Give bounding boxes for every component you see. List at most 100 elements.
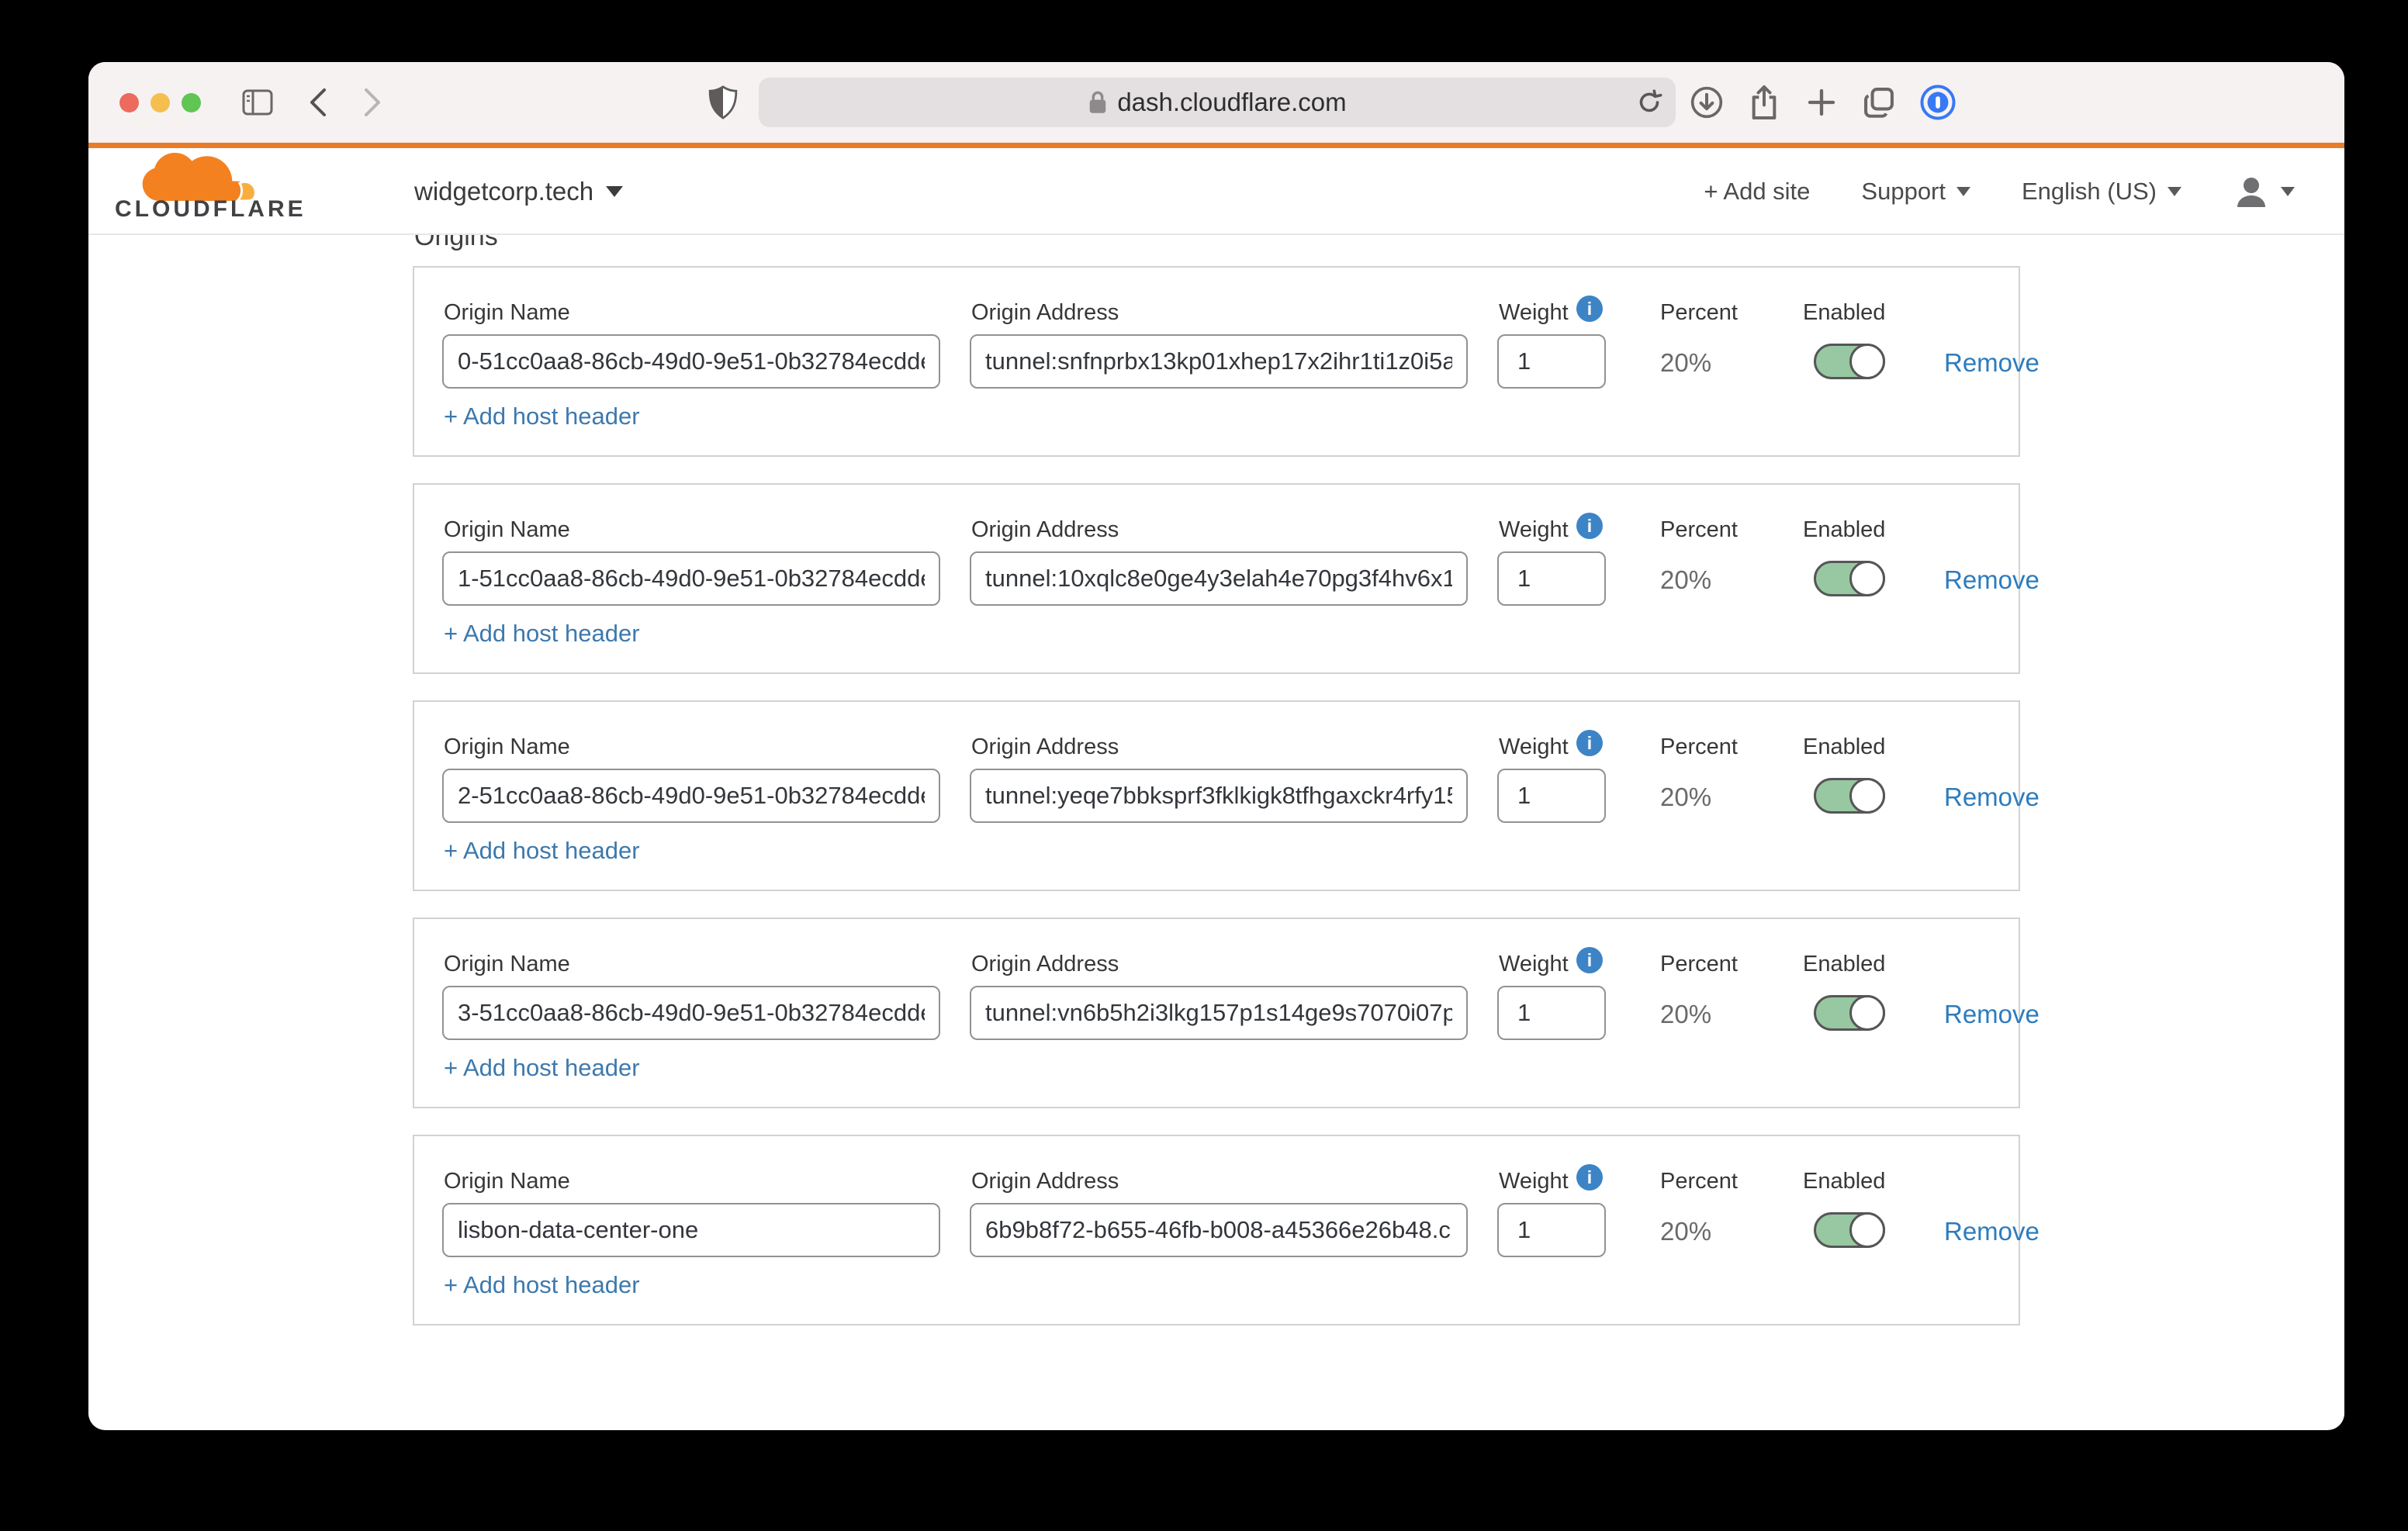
chevron-down-icon: [1956, 187, 1970, 196]
remove-origin-link[interactable]: Remove: [1944, 1217, 2040, 1246]
weight-info-icon[interactable]: i: [1576, 513, 1603, 539]
origin-name-input[interactable]: [442, 769, 940, 823]
origin-address-input[interactable]: [970, 551, 1468, 606]
address-bar[interactable]: dash.cloudflare.com: [759, 78, 1676, 127]
origin-card: Origin Name Origin Address Weight i Perc…: [413, 483, 2020, 674]
weight-label: Weight: [1499, 300, 1569, 326]
back-icon[interactable]: [303, 62, 334, 143]
percent-label: Percent: [1660, 952, 1738, 977]
origin-name-input[interactable]: [442, 551, 940, 606]
percent-label: Percent: [1660, 300, 1738, 326]
enabled-toggle[interactable]: [1814, 1212, 1885, 1248]
add-site-label: + Add site: [1704, 178, 1810, 206]
remove-origin-link[interactable]: Remove: [1944, 783, 2040, 812]
downloads-icon[interactable]: [1688, 62, 1725, 143]
sidebar-toggle-icon[interactable]: [240, 62, 275, 143]
enabled-label: Enabled: [1803, 1169, 1885, 1194]
close-window-button[interactable]: [119, 93, 139, 112]
avatar-icon: [2233, 173, 2270, 210]
percent-value: 20%: [1660, 1217, 1711, 1246]
section-title-wrapper: Origins: [414, 235, 647, 252]
enabled-toggle[interactable]: [1814, 778, 1885, 814]
cloudflare-wordmark: CLOUDFLARE: [115, 196, 293, 223]
forward-icon[interactable]: [357, 62, 388, 143]
origin-name-label: Origin Name: [444, 1169, 570, 1194]
zoom-window-button[interactable]: [182, 93, 201, 112]
weight-input[interactable]: [1497, 334, 1606, 389]
origin-card: Origin Name Origin Address Weight i Perc…: [413, 918, 2020, 1108]
page-title: Origins: [414, 235, 647, 252]
enabled-label: Enabled: [1803, 300, 1885, 326]
origin-name-label: Origin Name: [444, 952, 570, 977]
cloudflare-logo: CLOUDFLARE: [115, 153, 293, 223]
enabled-toggle[interactable]: [1814, 561, 1885, 596]
add-site-button[interactable]: + Add site: [1704, 178, 1810, 206]
weight-label: Weight: [1499, 1169, 1569, 1194]
percent-value: 20%: [1660, 348, 1711, 378]
privacy-shield-icon[interactable]: [706, 62, 740, 143]
weight-input[interactable]: [1497, 551, 1606, 606]
percent-label: Percent: [1660, 517, 1738, 543]
weight-info-icon[interactable]: i: [1576, 1164, 1603, 1191]
weight-info-icon[interactable]: i: [1576, 295, 1603, 322]
chevron-down-icon: [2281, 187, 2295, 196]
weight-info-icon[interactable]: i: [1576, 730, 1603, 756]
add-host-header-link[interactable]: + Add host header: [444, 1271, 640, 1299]
enabled-label: Enabled: [1803, 734, 1885, 760]
percent-value: 20%: [1660, 783, 1711, 812]
weight-label: Weight: [1499, 734, 1569, 760]
origin-address-input[interactable]: [970, 986, 1468, 1040]
percent-value: 20%: [1660, 1000, 1711, 1029]
minimize-window-button[interactable]: [150, 93, 170, 112]
tab-overview-icon[interactable]: [1860, 62, 1898, 143]
origin-address-label: Origin Address: [971, 734, 1119, 760]
origin-card: Origin Name Origin Address Weight i Perc…: [413, 266, 2020, 457]
weight-input[interactable]: [1497, 1203, 1606, 1257]
toggle-knob: [1849, 995, 1885, 1031]
origin-address-label: Origin Address: [971, 517, 1119, 543]
weight-input[interactable]: [1497, 769, 1606, 823]
origin-address-input[interactable]: [970, 334, 1468, 389]
new-tab-icon[interactable]: [1803, 62, 1840, 143]
origin-address-input[interactable]: [970, 1203, 1468, 1257]
remove-origin-link[interactable]: Remove: [1944, 565, 2040, 595]
weight-info-icon[interactable]: i: [1576, 947, 1603, 973]
support-menu[interactable]: Support: [1861, 178, 1970, 206]
support-label: Support: [1861, 178, 1946, 206]
toggle-knob: [1849, 561, 1885, 596]
remove-origin-link[interactable]: Remove: [1944, 348, 2040, 378]
origin-name-label: Origin Name: [444, 300, 570, 326]
header-actions: + Add site Support English (US): [1704, 148, 2295, 235]
enabled-label: Enabled: [1803, 952, 1885, 977]
percent-value: 20%: [1660, 565, 1711, 595]
account-menu[interactable]: [2233, 173, 2295, 210]
share-icon[interactable]: [1745, 62, 1783, 143]
toggle-knob: [1849, 1212, 1885, 1248]
origins-section: Origins Origin Name Origin Address Weigh…: [88, 235, 2344, 1429]
add-host-header-link[interactable]: + Add host header: [444, 837, 640, 865]
onepassword-extension-icon[interactable]: [1919, 62, 1956, 143]
origin-name-input[interactable]: [442, 1203, 940, 1257]
cloudflare-cloud-icon: [140, 153, 268, 201]
language-label: English (US): [2022, 178, 2157, 206]
browser-window: dash.cloudflare.com CLOUDFLARE: [88, 62, 2344, 1430]
weight-input[interactable]: [1497, 986, 1606, 1040]
add-host-header-link[interactable]: + Add host header: [444, 620, 640, 648]
enabled-toggle[interactable]: [1814, 344, 1885, 379]
zone-selector[interactable]: widgetcorp.tech: [414, 148, 623, 235]
origin-address-input[interactable]: [970, 769, 1468, 823]
origin-name-input[interactable]: [442, 986, 940, 1040]
origin-name-label: Origin Name: [444, 734, 570, 760]
origin-address-label: Origin Address: [971, 952, 1119, 977]
origin-name-input[interactable]: [442, 334, 940, 389]
enabled-toggle[interactable]: [1814, 995, 1885, 1031]
add-host-header-link[interactable]: + Add host header: [444, 1054, 640, 1082]
browser-chrome: dash.cloudflare.com: [88, 62, 2344, 143]
add-host-header-link[interactable]: + Add host header: [444, 403, 640, 430]
remove-origin-link[interactable]: Remove: [1944, 1000, 2040, 1029]
language-menu[interactable]: English (US): [2022, 178, 2181, 206]
url-text: dash.cloudflare.com: [1117, 88, 1346, 117]
cloudflare-accent-bar: [88, 143, 2344, 148]
reload-icon[interactable]: [1635, 88, 1663, 116]
origin-address-label: Origin Address: [971, 1169, 1119, 1194]
